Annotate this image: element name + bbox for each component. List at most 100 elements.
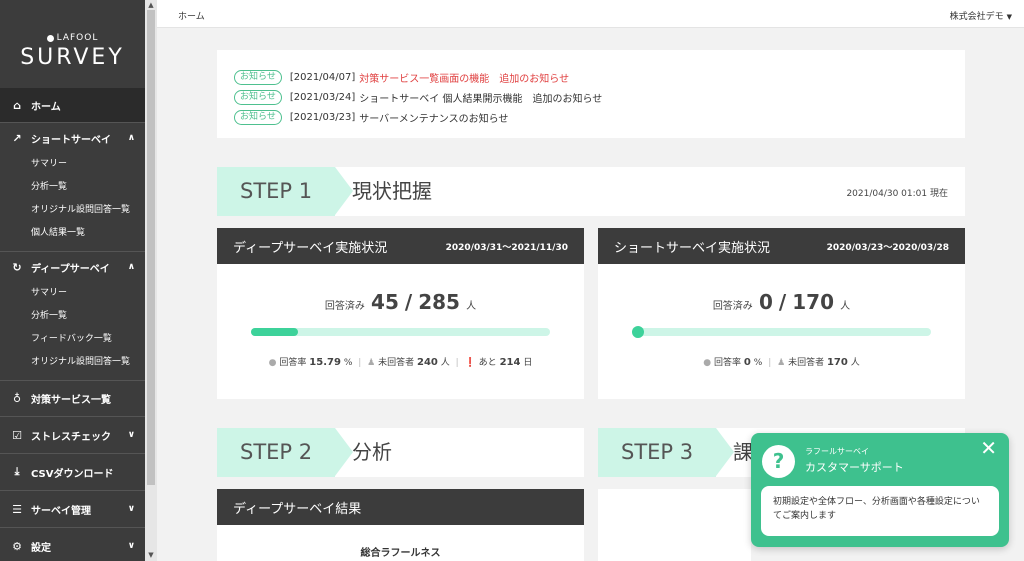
support-title: カスタマーサポート <box>805 461 904 474</box>
sidebar-item-short-summary[interactable]: サマリー <box>0 153 145 176</box>
remain-unit: 日 <box>523 358 533 368</box>
unanswered-unit: 人 <box>850 358 860 368</box>
answered-slash: / <box>778 290 787 314</box>
divider: | <box>358 358 362 368</box>
sidebar-item-home[interactable]: ⌂ ホーム <box>0 88 145 122</box>
notice-tag: お知らせ <box>234 69 282 85</box>
answered-unit: 人 <box>466 301 477 312</box>
step-label: STEP 3 <box>598 428 716 477</box>
unanswered-label: 未回答者 <box>788 358 825 368</box>
rate-unit: % <box>753 358 763 368</box>
chevron-up-icon: ∧ <box>127 133 135 143</box>
sidebar-item-manage[interactable]: ☰ サーベイ管理 ∨ <box>0 491 145 527</box>
chevron-down-icon: ∨ <box>127 504 135 514</box>
chat-icon: ● <box>268 358 277 368</box>
customer-support-popup[interactable]: ? ラフールサーベイ カスタマーサポート ✕ 初期設定や全体フロー、分析画面や各… <box>751 433 1009 547</box>
sidebar-item-short-original[interactable]: オリジナル設問回答一覧 <box>0 199 145 222</box>
progress-bar <box>632 326 931 338</box>
chat-icon: ● <box>703 358 712 368</box>
sidebar-item-deep-survey[interactable]: ↻ ディープサーベイ ∧ <box>0 252 145 282</box>
sidebar-item-label: CSVダウンロード <box>31 468 114 480</box>
panel-period: 2020/03/31～2021/11/30 <box>445 242 568 253</box>
notice-item[interactable]: お知らせ [2021/03/23] サーバーメンテナンスのお知らせ <box>234 107 965 127</box>
unanswered-label: 未回答者 <box>378 358 415 368</box>
sidebar-item-deep-analysis[interactable]: 分析一覧 <box>0 305 145 328</box>
progress-bar <box>251 328 550 336</box>
rate-label: 回答率 <box>714 358 742 368</box>
sidebar-item-short-individual[interactable]: 個人結果一覧 <box>0 222 145 245</box>
short-survey-status-card: ショートサーベイ実施状況 2020/03/23～2020/03/28 回答済み … <box>598 228 965 399</box>
remain-value: 214 <box>499 357 521 368</box>
sidebar-item-label: サーベイ管理 <box>31 505 91 517</box>
panel-title: ディープサーベイ結果 <box>233 501 362 517</box>
progress-fill <box>251 328 299 336</box>
panel-title: ディープサーベイ実施状況 <box>233 240 388 256</box>
step-label: STEP 2 <box>217 428 335 477</box>
notice-text[interactable]: サーバーメンテナンスのお知らせ <box>359 110 508 125</box>
step-arrow <box>335 167 353 215</box>
sidebar-scrollbar[interactable]: ▲ ▼ <box>145 0 157 561</box>
unanswered-value: 240 <box>417 357 438 368</box>
sidebar-item-csv[interactable]: ⤓ CSVダウンロード <box>0 454 145 490</box>
chevron-down-icon: ∨ <box>127 541 135 551</box>
notices-card: お知らせ [2021/04/07] 対策サービス一覧画面の機能 追加のお知らせ … <box>217 50 965 138</box>
sidebar-item-label: ホーム <box>31 101 61 113</box>
step-title: 現状把握 <box>352 179 432 203</box>
total-value: 285 <box>418 290 460 314</box>
gear-icon: ⚙ <box>12 539 22 553</box>
sidebar-item-deep-original[interactable]: オリジナル設問回答一覧 <box>0 351 145 374</box>
notice-date: [2021/03/24] <box>289 91 356 103</box>
sidebar-item-measures[interactable]: ♁ 対策サービス一覧 <box>0 381 145 416</box>
rate-unit: % <box>343 358 353 368</box>
notice-item[interactable]: お知らせ [2021/03/24] ショートサーベイ 個人結果開示機能 追加のお… <box>234 87 965 107</box>
company-name: 株式会社デモ <box>949 12 1004 22</box>
sidebar-section-deep: ↻ ディープサーベイ ∧ サマリー 分析一覧 フィードバック一覧 オリジナル設問… <box>0 251 145 374</box>
chevron-up-icon: ∧ <box>127 262 135 272</box>
divider: | <box>455 358 459 368</box>
lightbulb-icon: ♁ <box>12 392 22 405</box>
notice-text[interactable]: ショートサーベイ 個人結果開示機能 追加のお知らせ <box>359 90 602 105</box>
sliders-icon: ☰ <box>12 502 22 516</box>
sidebar-item-deep-feedback[interactable]: フィードバック一覧 <box>0 328 145 351</box>
step-title: 課 <box>733 440 753 464</box>
company-menu[interactable]: 株式会社デモ ▼ <box>950 9 1012 22</box>
panel-period: 2020/03/23～2020/03/28 <box>826 242 949 253</box>
checkbox-icon: ☑ <box>12 428 22 442</box>
caret-down-icon: ▼ <box>1006 13 1012 21</box>
answered-count: 回答済み 0/170 人 <box>598 264 965 314</box>
progress-dot <box>632 326 644 338</box>
sidebar-item-stress[interactable]: ☑ ストレスチェック ∨ <box>0 417 145 453</box>
notice-text[interactable]: 対策サービス一覧画面の機能 追加のお知らせ <box>359 70 569 85</box>
logo-dot-icon <box>46 34 54 42</box>
breadcrumb[interactable]: ホーム <box>178 9 205 22</box>
scroll-up-icon[interactable]: ▲ <box>147 1 155 9</box>
user-icon: ♟ <box>367 358 376 368</box>
brand-sub: LAFOOL <box>56 33 99 43</box>
download-icon: ⤓ <box>14 465 20 478</box>
sidebar-item-short-analysis[interactable]: 分析一覧 <box>0 176 145 199</box>
scroll-down-icon[interactable]: ▼ <box>147 551 155 559</box>
trend-icon: ↗ <box>12 131 22 145</box>
sidebar-item-label: 対策サービス一覧 <box>31 395 111 406</box>
user-icon: ♟ <box>777 358 786 368</box>
answered-slash: / <box>404 290 413 314</box>
step-arrow <box>716 428 734 476</box>
close-icon[interactable]: ✕ <box>980 437 997 459</box>
step-label: STEP 1 <box>217 167 335 216</box>
brand-logo[interactable]: LAFOOL SURVEY <box>0 0 145 88</box>
deep-survey-result-card: ディープサーベイ結果 総合ラフールネス <box>217 489 584 561</box>
sidebar-item-label: 設定 <box>31 542 51 554</box>
rate-value: 0 <box>743 357 751 368</box>
result-subtitle: 総合ラフールネス <box>360 548 441 559</box>
sidebar-item-deep-summary[interactable]: サマリー <box>0 282 145 305</box>
scroll-thumb[interactable] <box>147 10 155 485</box>
unanswered-unit: 人 <box>440 358 450 368</box>
question-icon: ? <box>762 445 795 478</box>
support-message[interactable]: 初期設定や全体フロー、分析画面や各種設定についてご案内します <box>761 486 999 536</box>
deep-survey-status-card: ディープサーベイ実施状況 2020/03/31～2021/11/30 回答済み … <box>217 228 584 399</box>
notice-item[interactable]: お知らせ [2021/04/07] 対策サービス一覧画面の機能 追加のお知らせ <box>234 67 965 87</box>
sidebar-item-settings[interactable]: ⚙ 設定 ∨ <box>0 528 145 561</box>
sidebar-item-short-survey[interactable]: ↗ ショートサーベイ ∧ <box>0 123 145 153</box>
notice-date: [2021/04/07] <box>289 71 356 83</box>
answered-value: 0 <box>759 290 773 314</box>
